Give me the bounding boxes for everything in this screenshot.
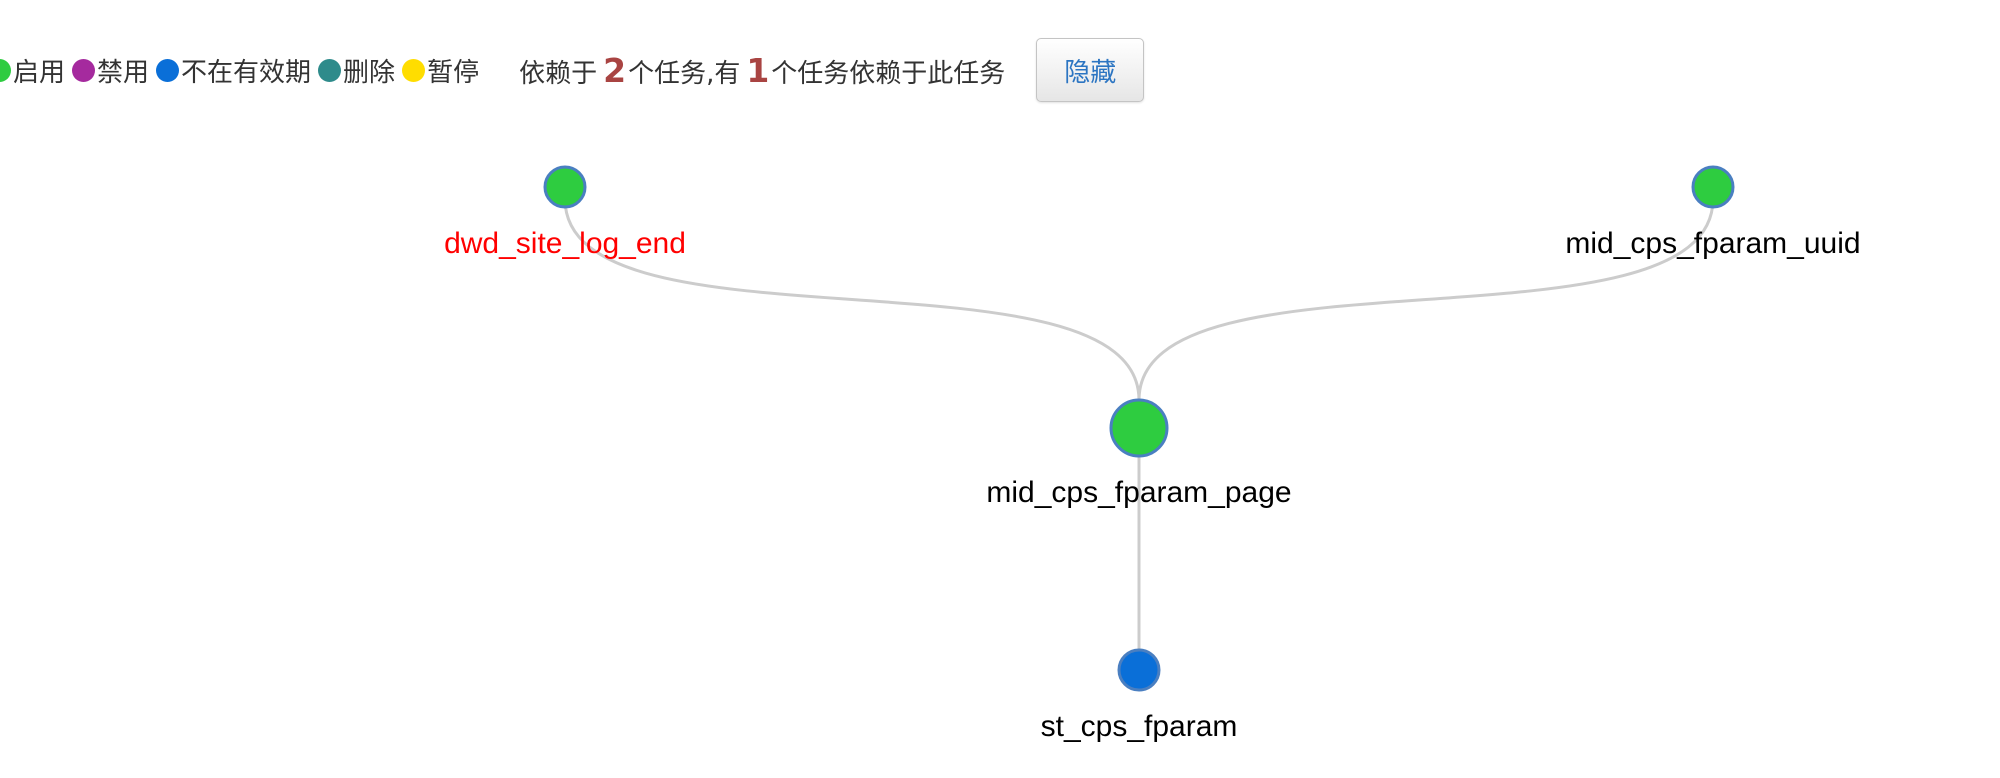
dependency-graph: dwd_site_log_end mid_cps_fparam_uuid mid_c… (444, 165, 1861, 743)
node-status-circle-icon[interactable] (543, 165, 587, 209)
graph-node[interactable]: mid_cps_fparam_uuid (1565, 165, 1861, 260)
graph-node[interactable]: mid_cps_fparam_page (986, 398, 1292, 509)
graph-node[interactable]: dwd_site_log_end (444, 165, 686, 260)
graph-node[interactable]: st_cps_fparam (1041, 648, 1238, 743)
node-label[interactable]: mid_cps_fparam_page (986, 476, 1291, 509)
node-status-circle-icon[interactable] (1117, 648, 1161, 692)
node-label[interactable]: dwd_site_log_end (444, 227, 686, 260)
node-status-circle-icon[interactable] (1691, 165, 1735, 209)
graph-nodes: dwd_site_log_end mid_cps_fparam_uuid mid_c… (444, 165, 1861, 743)
node-label[interactable]: mid_cps_fparam_uuid (1565, 227, 1860, 260)
node-status-circle-icon[interactable] (1109, 398, 1169, 458)
node-label[interactable]: st_cps_fparam (1041, 710, 1238, 743)
